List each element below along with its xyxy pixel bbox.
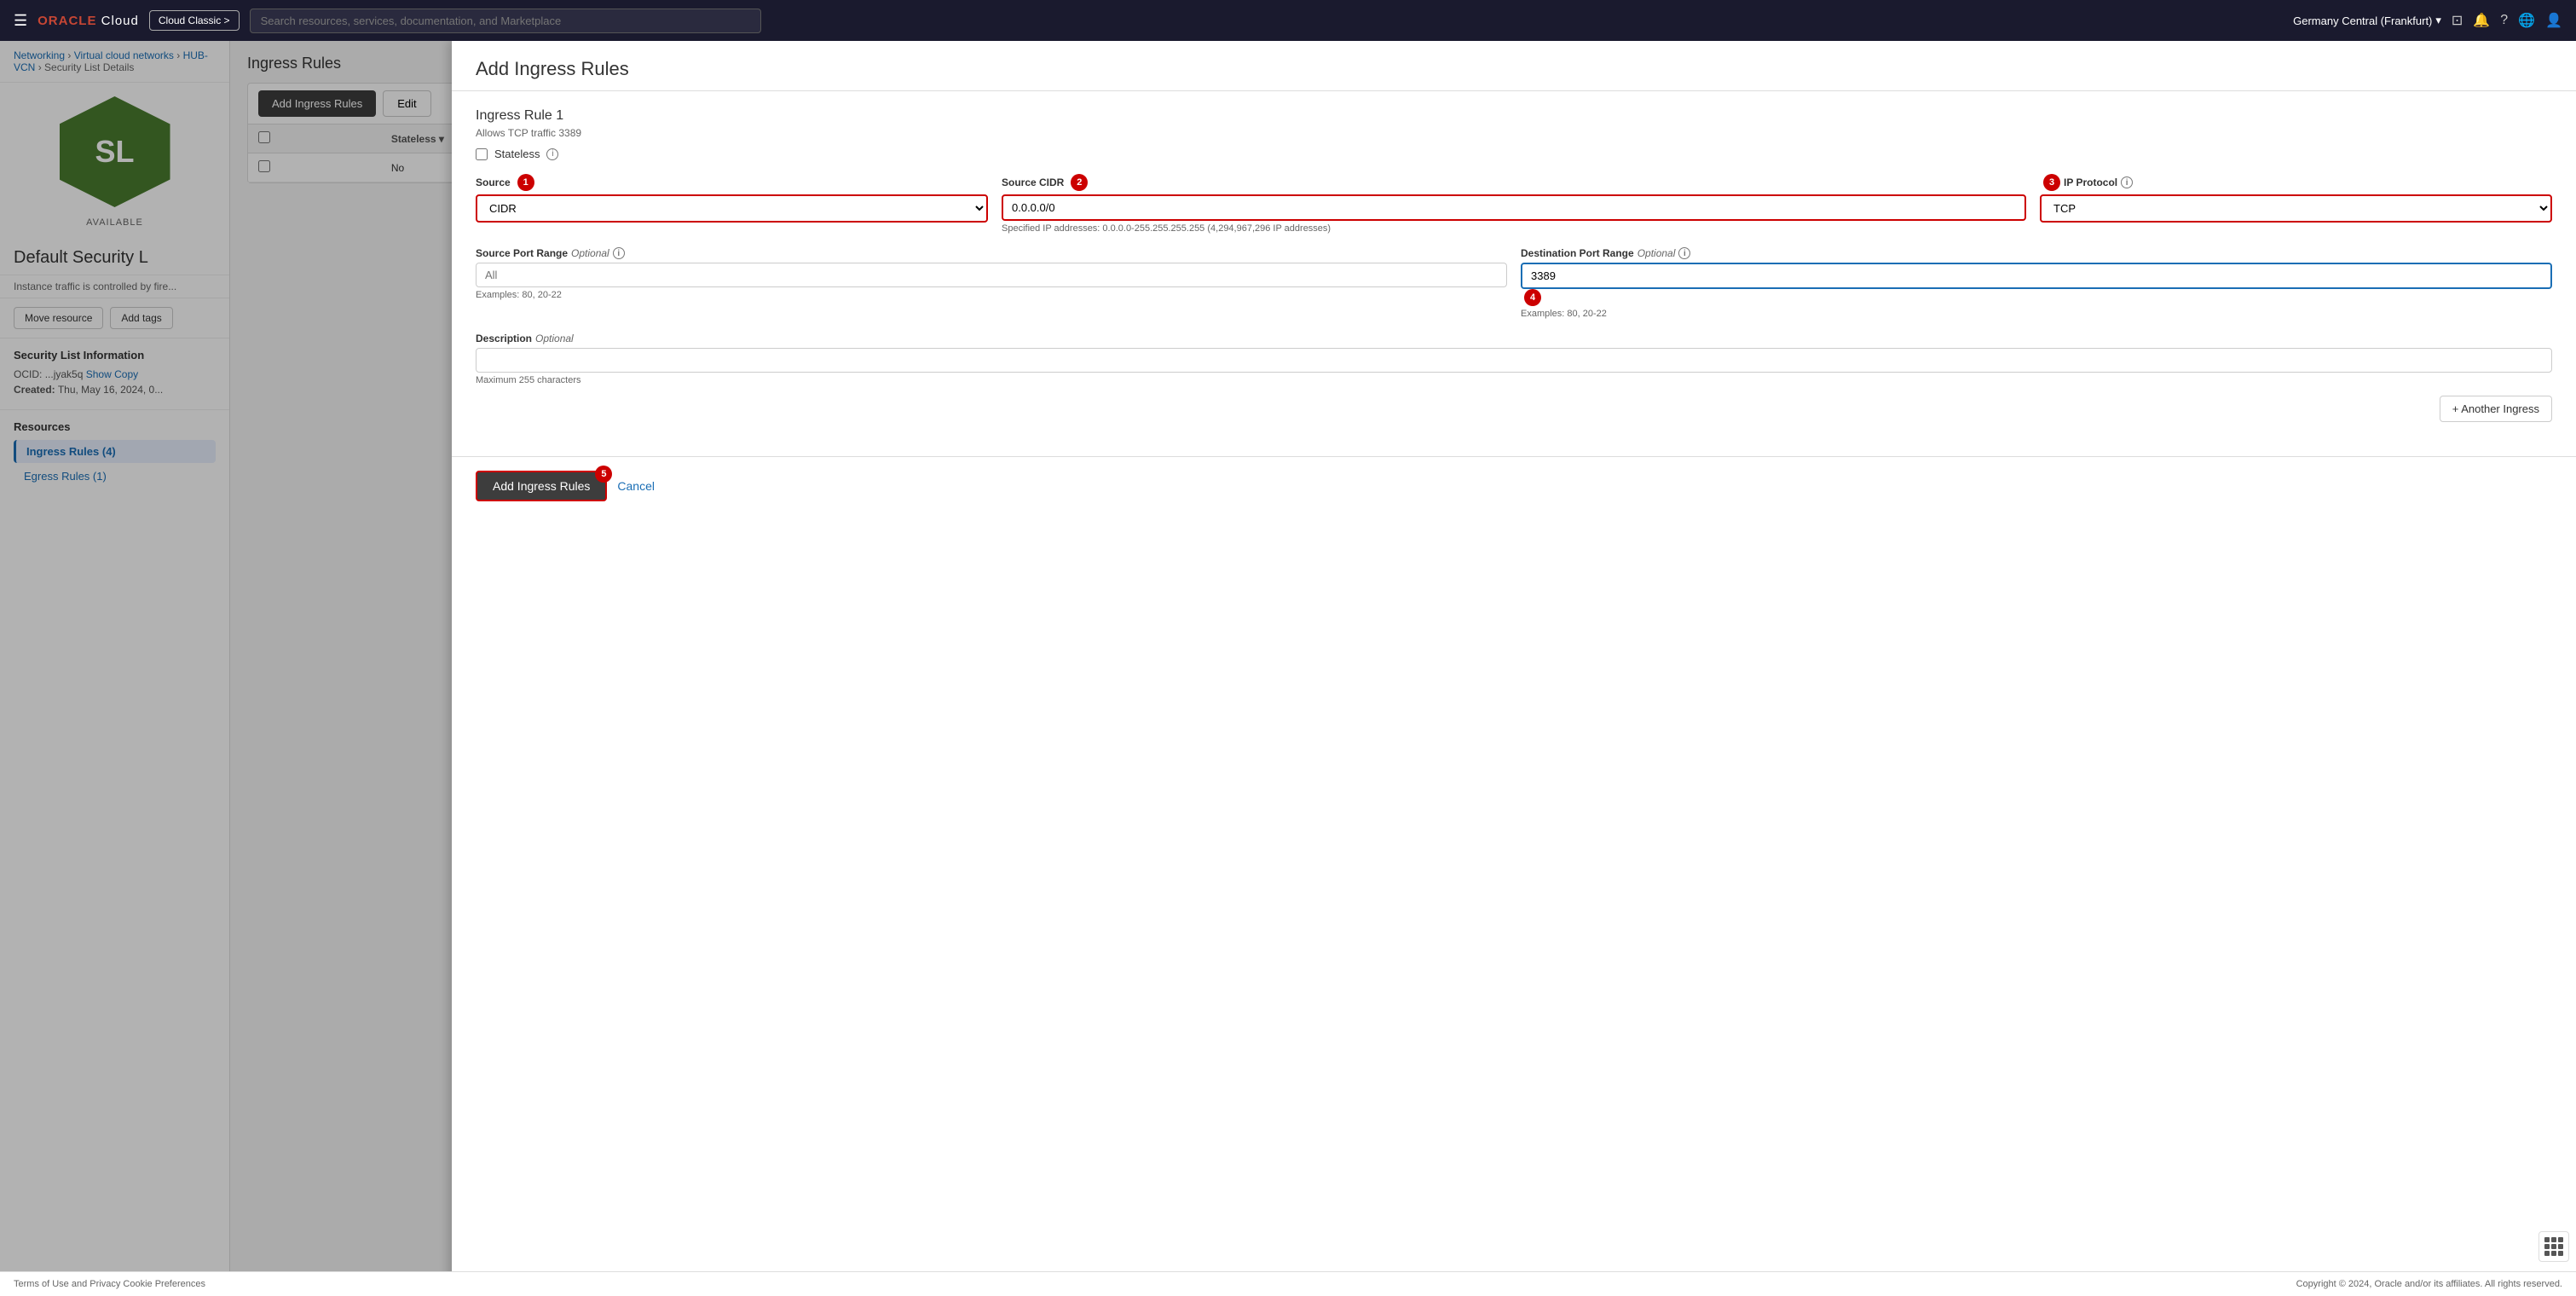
- menu-icon[interactable]: ☰: [14, 12, 27, 30]
- copyright: Copyright © 2024, Oracle and/or its affi…: [2296, 1279, 2562, 1289]
- rule-section-1: Ingress Rule 1 Allows TCP traffic 3389 S…: [476, 108, 2552, 422]
- description-group: Description Optional Maximum 255 charact…: [476, 333, 2552, 385]
- region-selector[interactable]: Germany Central (Frankfurt) ▾: [2293, 14, 2441, 27]
- source-port-label: Source Port Range Optional i: [476, 247, 1507, 259]
- another-ingress-button[interactable]: + Another Ingress: [2440, 396, 2552, 422]
- search-input[interactable]: [250, 9, 761, 33]
- ip-protocol-label: 3 IP Protocol i: [2040, 174, 2552, 191]
- source-cidr-input[interactable]: [1002, 194, 2026, 221]
- stateless-checkbox[interactable]: [476, 148, 488, 160]
- step-2-badge: 2: [1071, 174, 1088, 191]
- modal-body: Ingress Rule 1 Allows TCP traffic 3389 S…: [452, 91, 2576, 456]
- top-nav: ☰ ORACLE Cloud Cloud Classic > Germany C…: [0, 0, 2576, 41]
- modal-panel: Add Ingress Rules Ingress Rule 1 Allows …: [452, 41, 2576, 1296]
- dest-port-examples: Examples: 80, 20-22: [1521, 309, 2552, 319]
- source-cidr-group: Source CIDR 2 Specified IP addresses: 0.…: [1002, 174, 2026, 234]
- bottom-bar: Terms of Use and Privacy Cookie Preferen…: [0, 1271, 2576, 1296]
- stateless-row: Stateless i: [476, 148, 2552, 160]
- source-label: Source 1: [476, 174, 988, 191]
- step-4-badge: 4: [1524, 289, 1541, 306]
- source-port-examples: Examples: 80, 20-22: [476, 290, 1507, 300]
- dest-port-info-icon[interactable]: i: [1678, 247, 1690, 259]
- dest-port-label: Destination Port Range Optional i: [1521, 247, 2552, 259]
- rule-subtitle: Allows TCP traffic 3389: [476, 127, 2552, 139]
- rule-title: Ingress Rule 1: [476, 108, 2552, 124]
- ip-protocol-info-icon[interactable]: i: [2121, 176, 2133, 188]
- step-1-badge: 1: [517, 174, 534, 191]
- form-row-1: Source 1 CIDR Source CIDR 2 Specified IP…: [476, 174, 2552, 234]
- bottom-left: Terms of Use and Privacy Cookie Preferen…: [14, 1279, 205, 1289]
- help-icon[interactable]: ?: [2500, 13, 2508, 28]
- grid-icon: [2544, 1237, 2563, 1256]
- form-row-2: Source Port Range Optional i Examples: 8…: [476, 247, 2552, 319]
- globe-icon[interactable]: 🌐: [2518, 12, 2535, 29]
- modal-title: Add Ingress Rules: [476, 58, 2552, 80]
- source-cidr-label: Source CIDR 2: [1002, 174, 2026, 191]
- source-group: Source 1 CIDR: [476, 174, 988, 223]
- source-cidr-helper: Specified IP addresses: 0.0.0.0-255.255.…: [1002, 223, 2026, 234]
- ip-protocol-group: 3 IP Protocol i TCP: [2040, 174, 2552, 223]
- description-input[interactable]: [476, 348, 2552, 373]
- source-port-info-icon[interactable]: i: [613, 247, 625, 259]
- user-icon[interactable]: 👤: [2545, 12, 2562, 29]
- source-select[interactable]: CIDR: [476, 194, 988, 223]
- description-max: Maximum 255 characters: [476, 375, 2552, 385]
- step-5-badge: 5: [595, 466, 612, 483]
- dest-port-group: Destination Port Range Optional i 4 Exam…: [1521, 247, 2552, 319]
- console-icon[interactable]: ⊡: [2452, 12, 2463, 29]
- ip-protocol-select[interactable]: TCP: [2040, 194, 2552, 223]
- add-ingress-submit-button[interactable]: Add Ingress Rules 5: [476, 471, 607, 501]
- cloud-classic-button[interactable]: Cloud Classic >: [149, 10, 240, 31]
- source-port-group: Source Port Range Optional i Examples: 8…: [476, 247, 1507, 300]
- stateless-label: Stateless: [494, 148, 540, 160]
- nav-right: Germany Central (Frankfurt) ▾ ⊡ 🔔 ? 🌐 👤: [2293, 12, 2562, 29]
- grid-icon-button[interactable]: [2538, 1231, 2569, 1262]
- dest-port-input[interactable]: [1521, 263, 2552, 289]
- modal-header: Add Ingress Rules: [452, 41, 2576, 91]
- oracle-logo: ORACLE Cloud: [38, 14, 139, 28]
- modal-footer: Add Ingress Rules 5 Cancel: [452, 456, 2576, 515]
- description-label: Description Optional: [476, 333, 2552, 344]
- stateless-info-icon[interactable]: i: [546, 148, 558, 160]
- source-port-input[interactable]: [476, 263, 1507, 287]
- step-3-badge: 3: [2043, 174, 2060, 191]
- bell-icon[interactable]: 🔔: [2473, 12, 2490, 29]
- cancel-button[interactable]: Cancel: [617, 479, 655, 493]
- terms-link[interactable]: Terms of Use and Privacy: [14, 1279, 120, 1289]
- cookies-link[interactable]: Cookie Preferences: [123, 1279, 205, 1289]
